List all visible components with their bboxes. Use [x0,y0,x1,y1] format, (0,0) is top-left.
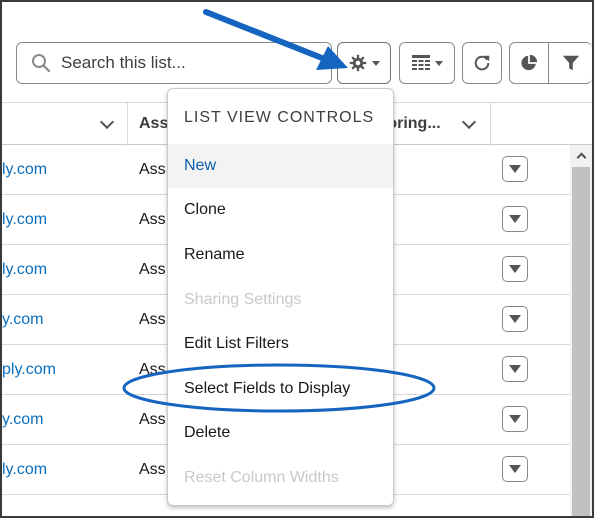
email-link[interactable]: ly.com [2,145,47,195]
assigned-cell: Ass [139,261,166,278]
chevron-down-icon [509,315,521,323]
chevron-down-icon [434,60,443,66]
menu-item-edit-list-filters[interactable]: Edit List Filters [168,322,393,366]
chevron-down-icon [509,165,521,173]
scrollbar-thumb[interactable] [572,167,590,516]
menu-item-select-fields[interactable]: Select Fields to Display [168,367,393,411]
filter-button[interactable] [548,42,592,84]
filter-icon [562,55,579,71]
pie-chart-icon [521,54,538,71]
email-link[interactable]: y.com [2,295,43,345]
assigned-cell: Ass [139,311,166,328]
chevron-down-icon [461,114,477,130]
assigned-cell: Ass [139,361,166,378]
assigned-cell: Ass [139,161,166,178]
menu-item-reset-column-widths: Reset Column Widths [184,469,339,486]
table-icon [411,55,430,70]
search-placeholder: Search this list... [61,53,186,72]
email-link[interactable]: ly.com [2,245,47,295]
email-link[interactable]: ly.com [2,195,47,245]
menu-item-clone[interactable]: Clone [168,188,393,232]
row-actions-button[interactable] [502,306,528,332]
gear-icon [349,54,366,72]
list-view-controls-menu: LIST VIEW CONTROLS New Clone Rename Shar… [167,88,394,506]
column-divider [490,103,491,145]
row-actions-button[interactable] [502,256,528,282]
chevron-down-icon [509,215,521,223]
assigned-cell: Ass [139,211,166,228]
menu-item-delete[interactable]: Delete [168,411,393,455]
assigned-cell: Ass [139,411,166,428]
scroll-up-button[interactable] [570,145,592,165]
refresh-icon [474,55,490,71]
menu-item-new[interactable]: New [168,144,393,188]
assigned-cell: Ass [139,461,166,478]
email-link[interactable]: ply.com [2,345,56,395]
email-link[interactable]: y.com [2,395,43,445]
chevron-down-icon [99,114,115,130]
search-input[interactable]: Search this list... [16,42,332,84]
column-menu-button[interactable] [99,103,115,145]
chevron-down-icon [509,265,521,273]
row-actions-button[interactable] [502,356,528,382]
chevron-up-icon [576,152,586,162]
chevron-down-icon [371,60,380,66]
search-icon [32,54,51,73]
row-actions-button[interactable] [502,406,528,432]
row-actions-button[interactable] [502,206,528,232]
chevron-down-icon [509,365,521,373]
row-actions-button[interactable] [502,156,528,182]
chevron-down-icon [509,415,521,423]
display-as-button[interactable] [399,42,455,84]
menu-item-sharing-settings: Sharing Settings [184,291,302,308]
row-actions-button[interactable] [502,456,528,482]
email-link[interactable]: ly.com [2,445,47,495]
refresh-button[interactable] [462,42,502,84]
chevron-down-icon [509,465,521,473]
column-menu-button[interactable] [461,103,477,145]
menu-title: LIST VIEW CONTROLS [184,109,375,126]
list-view-frame: Search this list... Ass toring... ly.com… [0,0,594,518]
column-header-assigned[interactable]: Ass [139,103,168,145]
column-divider [127,103,128,145]
charts-button[interactable] [509,42,549,84]
list-view-controls-button[interactable] [337,42,391,84]
menu-item-rename[interactable]: Rename [168,233,393,277]
